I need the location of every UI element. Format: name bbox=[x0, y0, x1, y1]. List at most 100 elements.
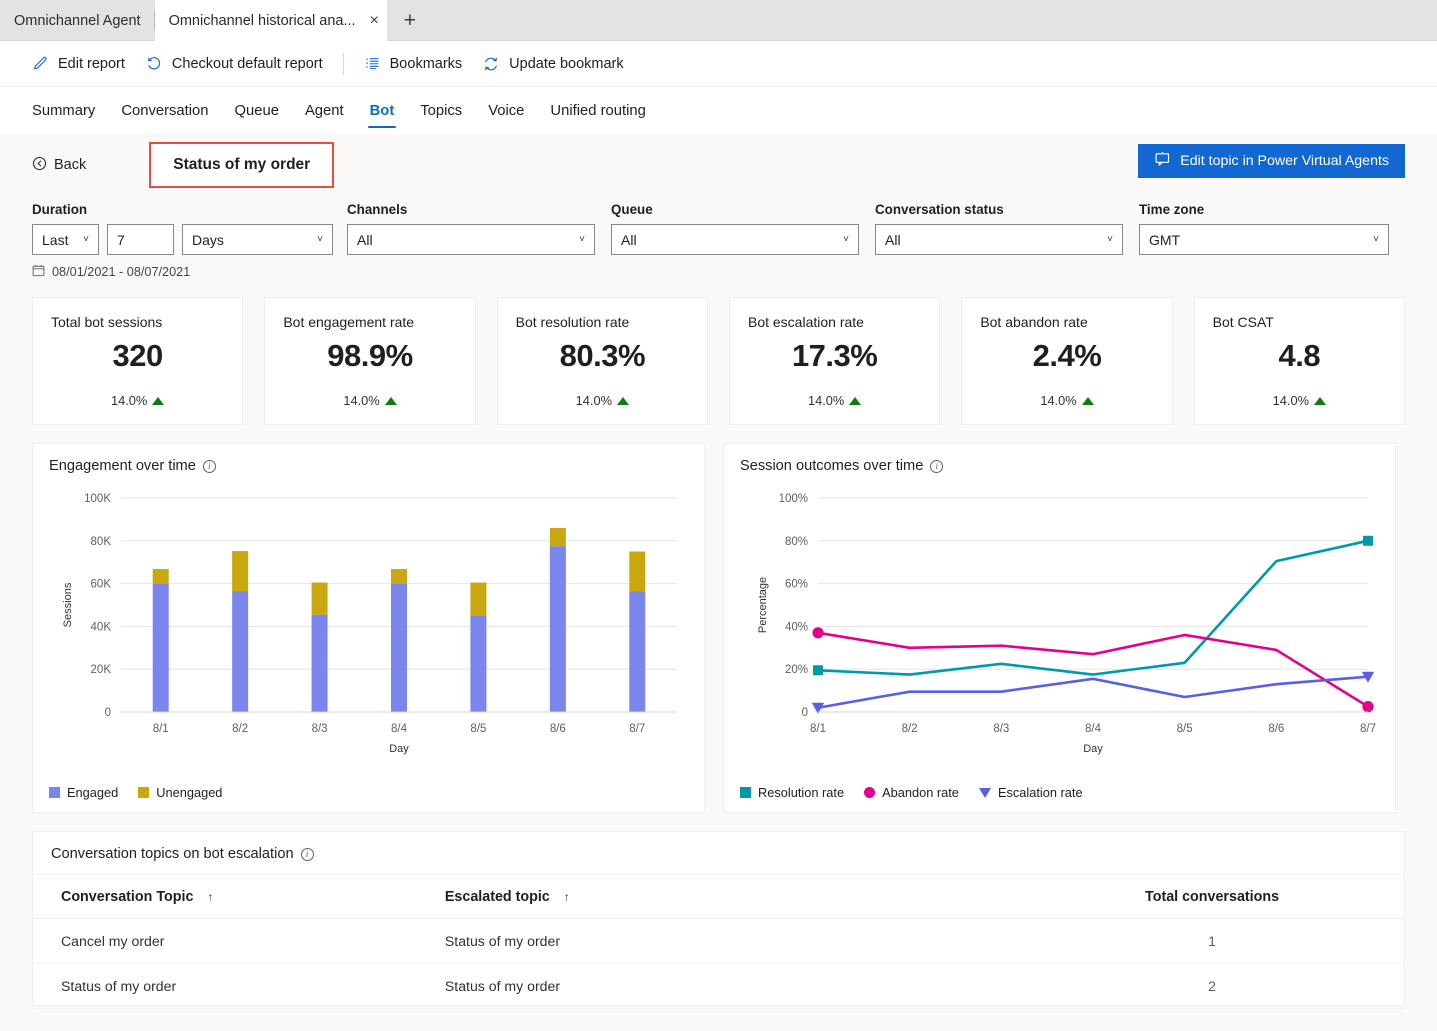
kpi-delta-text: 14.0% bbox=[575, 393, 612, 408]
svg-text:Percentage: Percentage bbox=[757, 577, 769, 633]
svg-text:8/5: 8/5 bbox=[1177, 723, 1193, 735]
kpi-delta-text: 14.0% bbox=[1272, 393, 1309, 408]
bookmarks-button[interactable]: Bookmarks bbox=[354, 49, 473, 78]
legend-swatch-escalation-rate bbox=[978, 787, 991, 798]
duration-relative-select[interactable]: Last ˅ bbox=[32, 224, 99, 255]
trend-up-icon bbox=[384, 396, 397, 405]
tab-agent[interactable]: Agent bbox=[292, 87, 357, 134]
legend-item-resolution-rate[interactable]: Resolution rate bbox=[740, 785, 844, 800]
info-icon[interactable]: i bbox=[930, 459, 944, 473]
legend-item-escalation-rate[interactable]: Escalation rate bbox=[978, 785, 1083, 800]
legend-swatch-resolution-rate bbox=[740, 787, 751, 798]
legend-item-engaged[interactable]: Engaged bbox=[49, 785, 118, 800]
report-page: Back Status of my order Edit topic in Po… bbox=[0, 134, 1437, 1031]
back-button[interactable]: Back bbox=[32, 156, 86, 175]
update-bookmark-button[interactable]: Update bookmark bbox=[472, 49, 633, 79]
conversation-topics-title: Conversation topics on bot escalation i bbox=[51, 846, 1386, 862]
info-icon[interactable]: i bbox=[202, 459, 216, 473]
cell-escalated-topic: Status of my order bbox=[416, 963, 1021, 1009]
kpi-value: 320 bbox=[112, 338, 164, 373]
date-range-text: 08/01/2021 - 08/07/2021 bbox=[52, 265, 191, 279]
duration-amount-input[interactable]: 7 bbox=[107, 224, 174, 255]
duration-unit-select[interactable]: Days ˅ bbox=[182, 224, 333, 255]
edit-topic-in-pva-button[interactable]: Edit topic in Power Virtual Agents bbox=[1138, 144, 1405, 178]
queue-select[interactable]: All ˅ bbox=[611, 224, 859, 255]
duration-relative-value: Last bbox=[42, 231, 69, 248]
legend-item-unengaged[interactable]: Unengaged bbox=[138, 785, 222, 800]
tab-queue[interactable]: Queue bbox=[222, 87, 292, 134]
timezone-select[interactable]: GMT ˅ bbox=[1139, 224, 1389, 255]
session-outcomes-line-chart[interactable]: 0 20% 40% 60% 80% 100% 8/1 8/2 8/3 8/4 8/5 8/6 8/7 Da… bbox=[740, 484, 1381, 762]
kpi-card-bot-resolution-rate[interactable]: Bot resolution rate 80.3% 14.0% bbox=[496, 297, 708, 425]
filter-queue-label: Queue bbox=[611, 202, 653, 217]
legend-item-abandon-rate[interactable]: Abandon rate bbox=[864, 785, 959, 800]
info-icon[interactable]: i bbox=[300, 847, 314, 861]
legend-label-engaged: Engaged bbox=[67, 785, 119, 800]
svg-text:8/1: 8/1 bbox=[153, 723, 169, 735]
conversation-status-select[interactable]: All ˅ bbox=[875, 224, 1123, 255]
outcomes-plot-area[interactable]: 0 20% 40% 60% 80% 100% 8/1 8/2 8/3 8/4 8/5 8/6 8/7 Da… bbox=[740, 484, 1379, 762]
list-icon bbox=[364, 55, 381, 72]
edit-topic-in-pva-label: Edit topic in Power Virtual Agents bbox=[1180, 153, 1389, 169]
kpi-card-bot-engagement-rate[interactable]: Bot engagement rate 98.9% 14.0% bbox=[264, 297, 476, 425]
column-header-conversation-topic-label: Conversation Topic bbox=[61, 889, 194, 905]
kpi-card-total-bot-sessions[interactable]: Total bot sessions 320 14.0% bbox=[32, 297, 244, 425]
tab-conversation[interactable]: Conversation bbox=[108, 87, 221, 134]
legend-label-escalation-rate: Escalation rate bbox=[997, 785, 1083, 800]
duration-unit-value: Days bbox=[192, 231, 224, 248]
table-row[interactable]: Cancel my order Status of my order 1 bbox=[33, 918, 1404, 964]
refresh-icon bbox=[482, 55, 500, 73]
legend-label-unengaged: Unengaged bbox=[156, 785, 223, 800]
svg-text:40K: 40K bbox=[91, 621, 112, 633]
engagement-bar-chart[interactable]: 0 20K 40K 60K 80K 100K 8/1 8/2 8/3 8/4 8/5 8/6 8/7 Da… bbox=[49, 484, 690, 762]
sort-ascending-icon[interactable]: ↑ bbox=[207, 890, 213, 904]
kpi-card-bot-abandon-rate[interactable]: Bot abandon rate 2.4% 14.0% bbox=[961, 297, 1173, 425]
channels-select[interactable]: All ˅ bbox=[347, 224, 595, 255]
chevron-down-icon: ˅ bbox=[843, 234, 849, 245]
legend-swatch-abandon-rate bbox=[864, 787, 876, 798]
svg-text:100%: 100% bbox=[779, 493, 808, 505]
kpi-value: 4.8 bbox=[1278, 338, 1321, 373]
tab-bot[interactable]: Bot bbox=[357, 87, 408, 134]
svg-text:8/2: 8/2 bbox=[902, 723, 918, 735]
legend-swatch-engaged bbox=[49, 787, 60, 798]
column-header-escalated-topic[interactable]: Escalated topic ↑ bbox=[416, 875, 1021, 919]
tab-summary[interactable]: Summary bbox=[32, 87, 108, 134]
browser-tab-strip: Omnichannel Agent Omnichannel historical… bbox=[0, 0, 1437, 41]
kpi-value: 17.3% bbox=[791, 338, 878, 373]
new-tab-button[interactable]: + bbox=[387, 0, 433, 41]
command-bar: Edit report Checkout default report Book… bbox=[0, 41, 1437, 87]
chevron-down-icon: ˅ bbox=[1373, 234, 1379, 245]
column-header-conversation-topic[interactable]: Conversation Topic ↑ bbox=[33, 875, 417, 919]
svg-text:0: 0 bbox=[802, 707, 808, 719]
tab-topics[interactable]: Topics bbox=[407, 87, 475, 134]
sort-ascending-icon[interactable]: ↑ bbox=[564, 890, 570, 904]
trend-up-icon bbox=[849, 396, 862, 405]
checkout-default-report-button[interactable]: Checkout default report bbox=[135, 49, 333, 79]
filter-conversation-status-label: Conversation status bbox=[875, 202, 1004, 217]
kpi-card-bot-escalation-rate[interactable]: Bot escalation rate 17.3% 14.0% bbox=[728, 297, 941, 425]
cell-escalated-topic: Status of my order bbox=[416, 918, 1021, 964]
command-separator bbox=[342, 52, 344, 75]
svg-text:8/7: 8/7 bbox=[629, 723, 645, 735]
kpi-delta: 14.0% bbox=[51, 393, 224, 408]
trend-up-icon bbox=[616, 396, 629, 405]
svg-text:80%: 80% bbox=[785, 536, 808, 548]
svg-text:8/6: 8/6 bbox=[1268, 723, 1284, 735]
svg-text:Day: Day bbox=[389, 743, 409, 755]
chart-row: Engagement over time i 0 20K 40K 60K 80K 100K… bbox=[32, 443, 1405, 813]
kpi-delta-text: 14.0% bbox=[1040, 393, 1077, 408]
close-icon[interactable]: × bbox=[370, 12, 379, 29]
kpi-delta-text: 14.0% bbox=[808, 393, 845, 408]
tab-unified-routing[interactable]: Unified routing bbox=[537, 87, 658, 134]
browser-tab-2[interactable]: Omnichannel historical ana... × bbox=[154, 0, 387, 41]
tab-voice[interactable]: Voice bbox=[475, 87, 537, 134]
duration-amount-value: 7 bbox=[117, 231, 125, 248]
edit-report-button[interactable]: Edit report bbox=[22, 49, 135, 78]
chevron-down-icon: ˅ bbox=[317, 234, 323, 245]
engagement-plot-area[interactable]: 0 20K 40K 60K 80K 100K 8/1 8/2 8/3 8/4 8/5 8/6 8/7 Da… bbox=[49, 484, 688, 762]
table-row[interactable]: Status of my order Status of my order 2 bbox=[33, 963, 1404, 1009]
column-header-total-conversations[interactable]: Total conversations bbox=[1020, 875, 1404, 919]
browser-tab-1[interactable]: Omnichannel Agent bbox=[0, 0, 155, 41]
kpi-card-bot-csat[interactable]: Bot CSAT 4.8 14.0% bbox=[1193, 297, 1405, 425]
